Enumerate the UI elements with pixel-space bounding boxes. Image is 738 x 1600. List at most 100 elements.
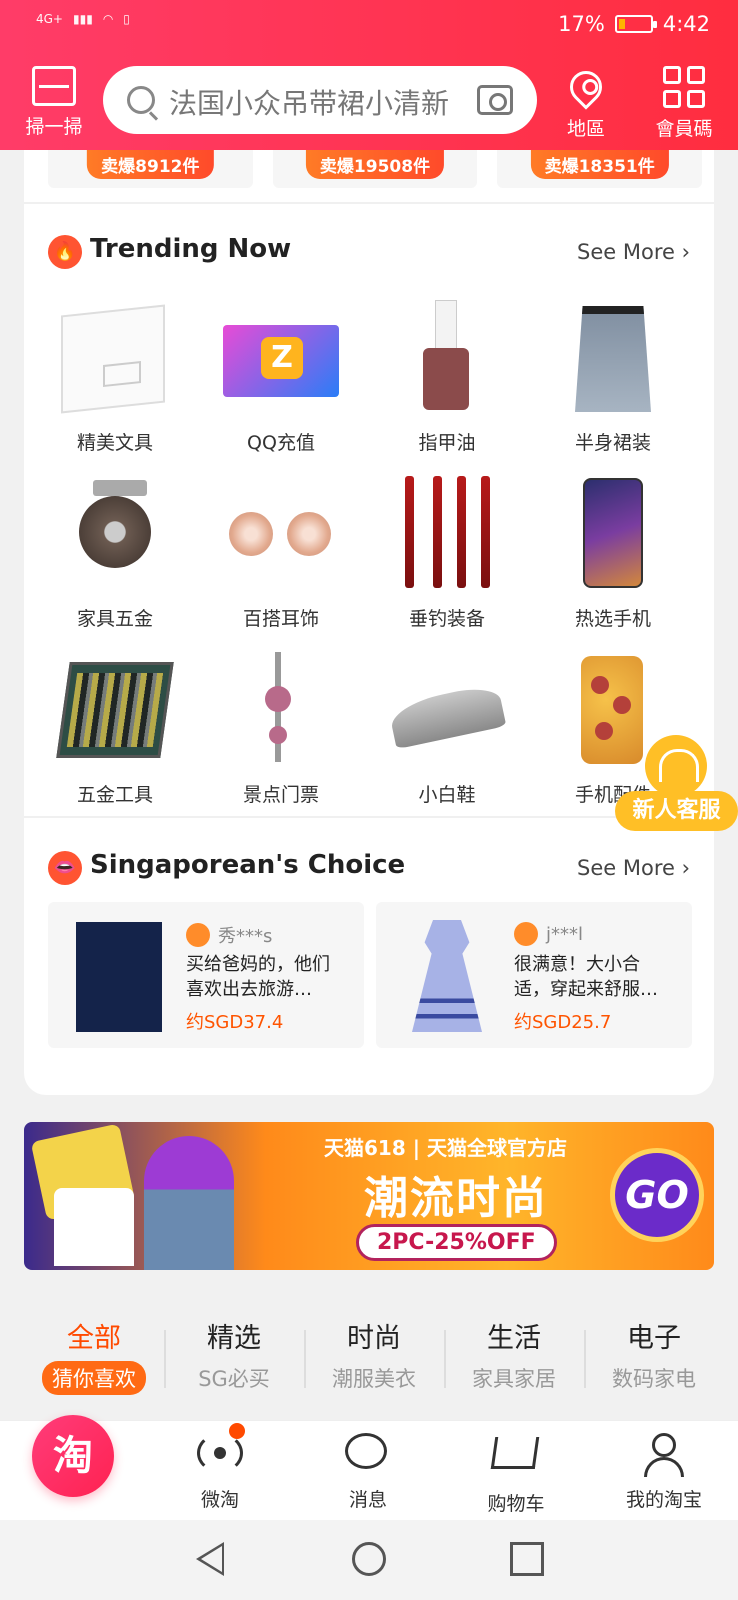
nav-cart[interactable]: 购物车 — [456, 1433, 576, 1516]
avatar — [514, 922, 538, 946]
search-icon — [127, 86, 155, 114]
shirt-image — [54, 1188, 134, 1266]
review-text: 买给爸妈的，他们喜欢出去旅游… — [186, 954, 330, 1000]
top-bar: 掃一掃 法国小众吊带裙小清新 地區 會員碼 — [0, 62, 738, 144]
trending-item[interactable]: 指甲油 — [364, 300, 530, 476]
prev-cell[interactable]: 卖爆18351件 — [497, 150, 703, 188]
broadcast-icon — [197, 1423, 245, 1477]
scan-label: 掃一掃 — [25, 116, 83, 138]
choice-header: 👄 Singaporean's Choice See More › — [48, 848, 690, 888]
lips-icon: 👄 — [48, 851, 82, 885]
recents-icon[interactable] — [510, 1542, 544, 1576]
tab-subtitle: 数码家电 — [612, 1367, 696, 1391]
review-user: 秀***s — [186, 922, 272, 948]
status-bar: 4G+ ▮▮▮ ◠ ▯ 17% 4:42 — [0, 0, 738, 54]
trending-item[interactable]: 热选手机 — [530, 476, 696, 652]
tab-title: 生活 — [487, 1323, 541, 1354]
trending-item[interactable]: 小白鞋 — [364, 652, 530, 828]
customer-service-button[interactable]: 新人客服 — [615, 735, 738, 835]
map-label: 地區 — [566, 118, 605, 140]
trending-item[interactable]: 五金工具 — [32, 652, 198, 828]
tab-subtitle: 家具家居 — [472, 1367, 556, 1391]
taobao-home-button[interactable]: 淘 — [32, 1415, 114, 1497]
tool-case-icon — [55, 652, 175, 770]
trending-header: 🔥 Trending Now See More › — [48, 232, 690, 272]
fishing-rods-icon — [387, 476, 507, 594]
dress-image — [392, 916, 502, 1034]
home-icon[interactable] — [352, 1542, 386, 1576]
trending-item[interactable]: 半身裙装 — [530, 300, 696, 476]
choice-cards: 秀***s 买给爸妈的，他们喜欢出去旅游… 约SGD37.4 j***l 很满意… — [48, 902, 692, 1048]
vibrate-icon: ▯ — [123, 12, 130, 26]
headset-icon — [645, 735, 707, 797]
smartphone-icon — [553, 476, 673, 594]
search-input[interactable]: 法国小众吊带裙小清新 — [103, 66, 537, 134]
nav-label: 我的淘宝 — [625, 1489, 702, 1511]
trending-item[interactable]: 精美文具 — [32, 300, 198, 476]
nav-label: 消息 — [348, 1489, 387, 1511]
location-pin-icon — [563, 64, 609, 110]
nav-messages[interactable]: 消息 — [308, 1433, 428, 1512]
tab-all[interactable]: 全部 猜你喜欢 — [24, 1316, 164, 1396]
content-card: 卖爆8912件 卖爆19508件 卖爆18351件 🔥 Trending Now… — [24, 150, 714, 1095]
battery-percent: 17% — [558, 12, 605, 36]
review-price: 约SGD37.4 — [186, 1012, 284, 1033]
banner-deal: 2PC-25%OFF — [356, 1224, 557, 1261]
cart-icon — [490, 1437, 540, 1481]
tab-living[interactable]: 生活 家具家居 — [444, 1316, 584, 1396]
trending-item-label: 家具五金 — [76, 608, 153, 630]
tab-title: 电子 — [627, 1323, 681, 1354]
category-tabs: 全部 猜你喜欢 精选 SG必买 时尚 潮服美衣 生活 家具家居 电子 数码家电 — [24, 1316, 738, 1396]
nav-my-taobao[interactable]: 我的淘宝 — [604, 1433, 724, 1512]
qr-grid-icon — [663, 66, 705, 108]
trending-see-more[interactable]: See More › — [577, 240, 690, 264]
choice-title: Singaporean's Choice — [90, 850, 406, 880]
tab-electronics[interactable]: 电子 数码家电 — [584, 1316, 724, 1396]
notification-dot — [229, 1423, 245, 1439]
nav-weitao[interactable]: 微淘 — [160, 1423, 280, 1512]
scan-button[interactable]: 掃一掃 — [18, 62, 90, 139]
system-nav-bar — [0, 1520, 738, 1600]
bedsheet-image — [64, 916, 174, 1034]
trending-item[interactable]: 百搭耳饰 — [198, 476, 364, 652]
network-indicator: 4G+ — [36, 12, 63, 26]
review-price: 约SGD25.7 — [514, 1012, 612, 1033]
trending-item[interactable]: 景点门票 — [198, 652, 364, 828]
trending-item-label: 百搭耳饰 — [242, 608, 319, 630]
back-icon[interactable] — [196, 1542, 230, 1576]
clock: 4:42 — [662, 12, 710, 36]
member-code-button[interactable]: 會員碼 — [642, 64, 726, 141]
trending-item-label: 景点门票 — [242, 784, 319, 806]
sales-pill: 卖爆19508件 — [305, 150, 445, 179]
trending-item-label: 垂钓装备 — [408, 608, 485, 630]
go-button[interactable]: GO — [610, 1148, 704, 1242]
divider — [24, 202, 714, 204]
trending-item[interactable]: 家具五金 — [32, 476, 198, 652]
review-text: 很满意！大小合适，穿起来舒服… — [514, 954, 658, 1000]
choice-see-more[interactable]: See More › — [577, 856, 690, 880]
choice-card[interactable]: j***l 很满意！大小合适，穿起来舒服… 约SGD25.7 — [376, 902, 692, 1048]
trending-item-label: 半身裙装 — [574, 432, 651, 454]
trending-item[interactable]: QQ充值 — [198, 300, 364, 476]
promo-banner[interactable]: 天猫618 | 天猫全球官方店 潮流时尚 2PC-25%OFF GO — [24, 1122, 714, 1270]
binder-icon — [55, 300, 175, 418]
earrings-icon — [221, 476, 341, 594]
trending-item-label: 热选手机 — [574, 608, 651, 630]
sneaker-icon — [387, 652, 507, 770]
sales-pill: 卖爆18351件 — [530, 150, 669, 179]
tab-subtitle: 潮服美衣 — [332, 1367, 416, 1391]
tab-fashion[interactable]: 时尚 潮服美衣 — [304, 1316, 444, 1396]
camera-icon[interactable] — [477, 85, 513, 115]
choice-card[interactable]: 秀***s 买给爸妈的，他们喜欢出去旅游… 约SGD37.4 — [48, 902, 364, 1048]
header: 4G+ ▮▮▮ ◠ ▯ 17% 4:42 掃一掃 法国小众吊带裙小清新 地區 會… — [0, 0, 738, 150]
tab-subtitle: SG必买 — [198, 1367, 270, 1391]
prev-cell[interactable]: 卖爆8912件 — [48, 150, 253, 188]
previous-row: 卖爆8912件 卖爆19508件 卖爆18351件 — [48, 150, 703, 188]
trending-item[interactable]: 垂钓装备 — [364, 476, 530, 652]
nav-label: 购物车 — [487, 1493, 545, 1515]
prev-cell[interactable]: 卖爆19508件 — [272, 150, 478, 188]
caster-wheel-icon — [55, 476, 175, 594]
map-button[interactable]: 地區 — [544, 64, 628, 141]
trending-item-label: 五金工具 — [76, 784, 153, 806]
tab-featured[interactable]: 精选 SG必买 — [164, 1316, 304, 1396]
